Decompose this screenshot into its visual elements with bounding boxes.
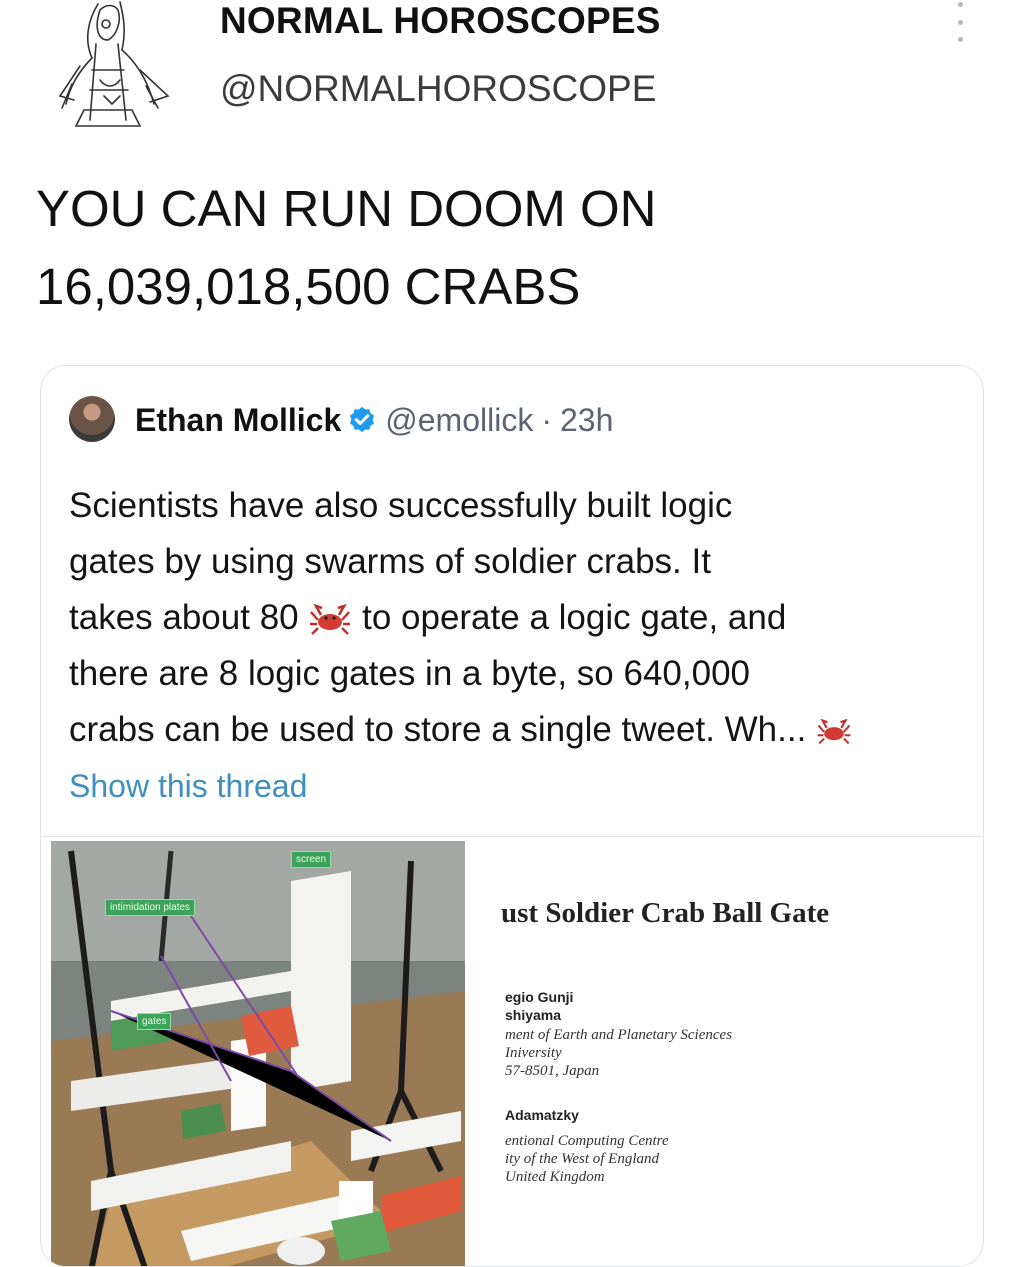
photo-label-gates: gates [137, 1013, 172, 1030]
account-display-name[interactable]: NORMAL HOROSCOPES [220, 0, 661, 42]
quoted-tweet-header: Ethan Mollick @emollick · 23h [135, 396, 613, 444]
show-thread-link[interactable]: Show this thread [69, 768, 307, 805]
paper-affiliation-6: United Kingdom [505, 1169, 605, 1185]
header-separator: · [541, 401, 552, 438]
paper-excerpt[interactable]: ust Soldier Crab Ball Gate egio Gunji sh… [465, 837, 983, 1266]
quoted-tweet-time[interactable]: 23h [560, 402, 613, 439]
crab-emoji-icon [310, 603, 351, 635]
verified-badge-icon [350, 406, 375, 433]
paper-affiliation-2: Iniversity [505, 1045, 562, 1061]
quoted-body-line1: Scientists have also successfully built … [69, 486, 733, 525]
crab-maze-photo[interactable]: screen intimidation plates gates [51, 841, 465, 1266]
tweet-text-line2: 16,039,018,500 CRABS [36, 258, 581, 315]
quoted-tweet-media[interactable]: screen intimidation plates gates ust Sol… [41, 836, 983, 1266]
crab-emoji-icon [817, 718, 851, 744]
quoted-body-line4: there are 8 logic gates in a byte, so 64… [69, 654, 751, 693]
paper-author-1: egio Gunji [505, 989, 574, 1005]
account-handle[interactable]: @NORMALHOROSCOPE [220, 68, 656, 110]
quoted-tweet-card[interactable]: Ethan Mollick @emollick · 23h Scientists… [40, 365, 984, 1267]
paper-author-2: shiyama [505, 1007, 562, 1023]
paper-affiliation-1: ment of Earth and Planetary Sciences [505, 1027, 733, 1043]
paper-author-3: Adamatzky [505, 1107, 579, 1123]
quoted-author-avatar[interactable] [69, 396, 115, 442]
quoted-body-line3b: to operate a logic gate, and [362, 598, 787, 637]
paper-affiliation-3: 57-8501, Japan [505, 1063, 600, 1079]
quoted-tweet-body: Scientists have also successfully built … [69, 478, 969, 758]
sketch-figure-avatar[interactable] [40, 0, 180, 130]
quoted-author-name[interactable]: Ethan Mollick [135, 402, 341, 439]
quoted-body-line5: crabs can be used to store a single twee… [69, 710, 807, 749]
more-options-icon[interactable] [953, 2, 967, 42]
tweet-text: YOU CAN RUN DOOM ON 16,039,018,500 CRABS [36, 170, 976, 326]
quoted-body-line2: gates by using swarms of soldier crabs. … [69, 542, 711, 581]
paper-affiliation-5: ity of the West of England [505, 1151, 660, 1167]
photo-label-intimidation: intimidation plates [105, 899, 196, 916]
photo-label-screen: screen [291, 851, 332, 868]
paper-title: ust Soldier Crab Ball Gate [501, 897, 830, 929]
quoted-body-line3a: takes about 80 [69, 598, 299, 637]
tweet-text-line1: YOU CAN RUN DOOM ON [36, 180, 657, 237]
quoted-author-handle[interactable]: @emollick [385, 402, 533, 439]
paper-affiliation-4: entional Computing Centre [505, 1133, 669, 1149]
